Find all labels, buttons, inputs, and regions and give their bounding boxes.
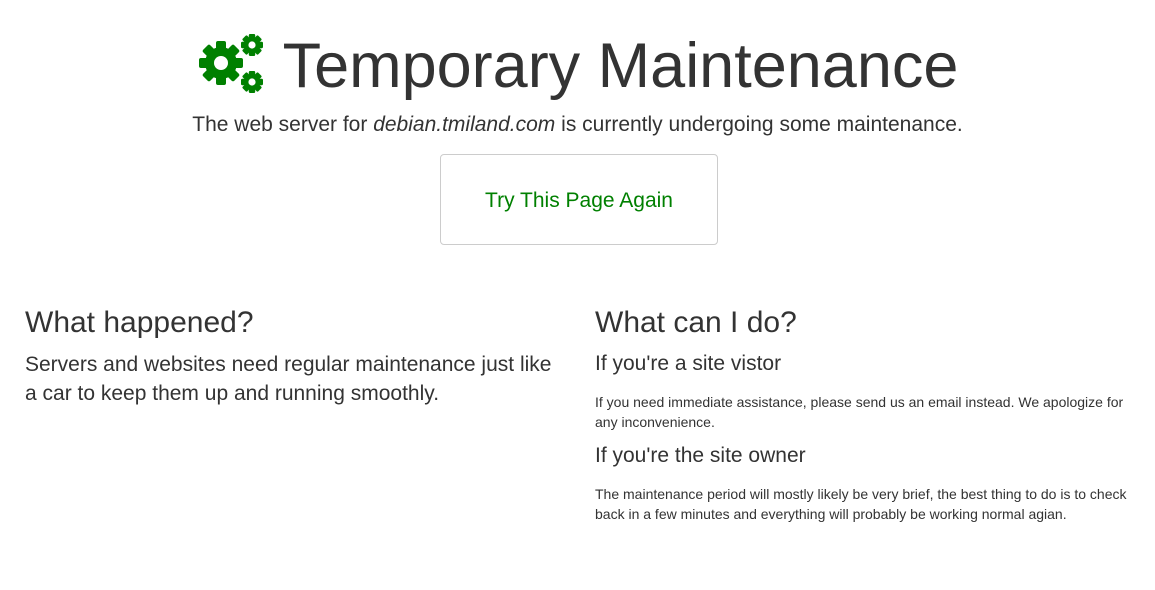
what-happened-text: Servers and websites need regular mainte…	[25, 353, 552, 405]
page-title: Temporary Maintenance	[282, 31, 959, 101]
status-message-suffix: is currently undergoing some maintenance…	[561, 113, 963, 136]
gears-icon	[198, 34, 263, 93]
domain-name: debian.tmiland.com	[373, 113, 556, 136]
what-can-i-do-heading: What can I do?	[595, 306, 797, 339]
try-again-button[interactable]: Try This Page Again	[440, 154, 718, 245]
page-header: Temporary Maintenance	[0, 26, 1155, 106]
status-message: The web server for debian.tmiland.com is…	[0, 112, 1155, 138]
visitor-heading: If you're a site vistor	[595, 352, 782, 375]
status-message-prefix: The web server for	[192, 113, 368, 136]
what-can-i-do-section: What can I do? If you're a site vistor I…	[595, 304, 1140, 524]
what-happened-heading: What happened?	[25, 306, 254, 339]
maintenance-page: Temporary Maintenance The web server for…	[0, 0, 1155, 590]
owner-heading: If you're the site owner	[595, 444, 806, 467]
visitor-text: If you need immediate assistance, please…	[595, 394, 1124, 430]
what-happened-section: What happened? Servers and websites need…	[25, 304, 555, 408]
owner-text: The maintenance period will mostly likel…	[595, 486, 1127, 522]
